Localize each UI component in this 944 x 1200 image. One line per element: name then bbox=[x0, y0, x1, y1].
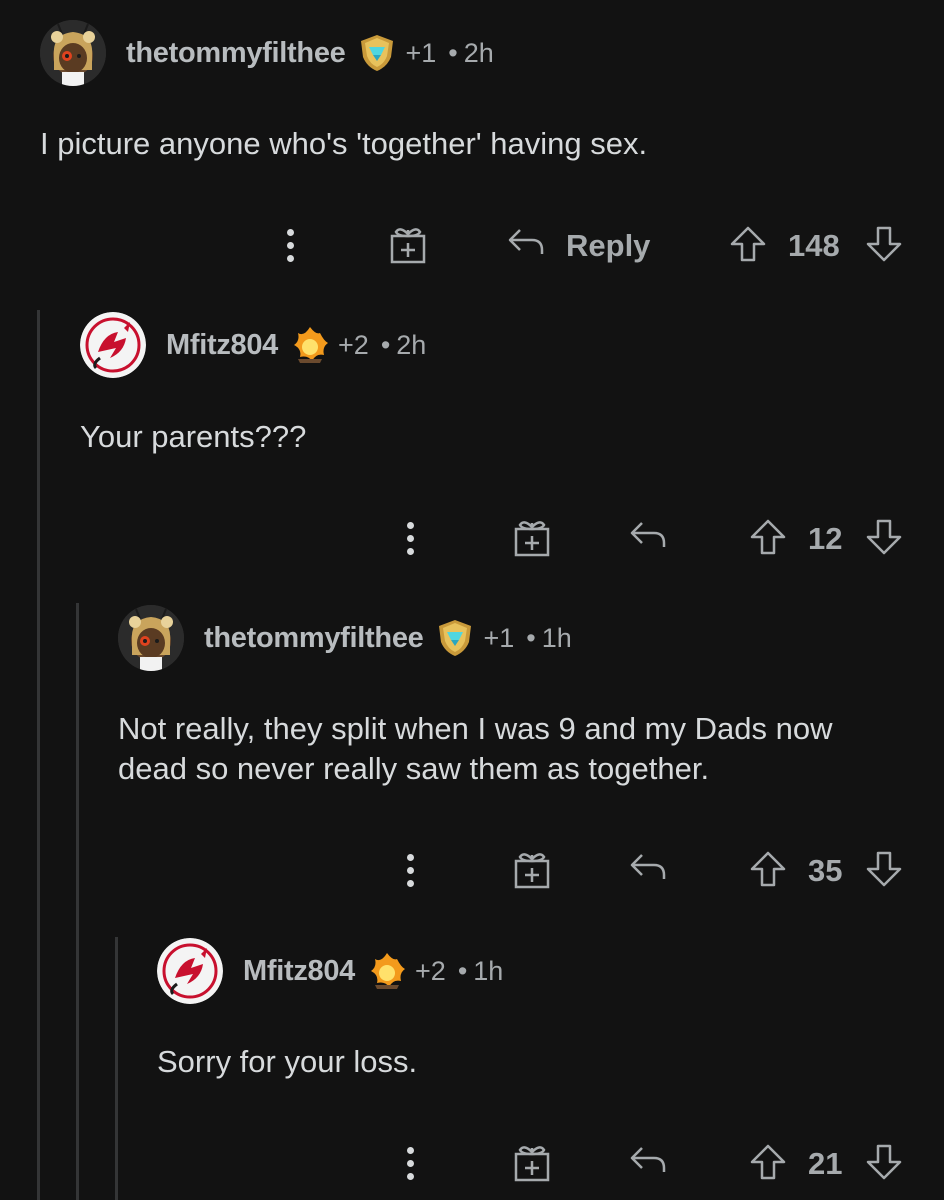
gift-award-icon[interactable] bbox=[388, 224, 428, 264]
downvote-icon[interactable] bbox=[864, 1142, 904, 1182]
separator-dot: • bbox=[526, 622, 536, 653]
username[interactable]: Mfitz804 bbox=[243, 955, 355, 988]
gift-award-icon[interactable] bbox=[512, 849, 552, 889]
gift-award-icon[interactable] bbox=[512, 1142, 552, 1182]
more-options-icon[interactable] bbox=[400, 1138, 420, 1188]
username[interactable]: thetommyfilthee bbox=[204, 622, 424, 655]
reply-arrow-icon[interactable] bbox=[628, 515, 668, 555]
reply-button[interactable]: Reply bbox=[566, 228, 650, 264]
reply-arrow-icon[interactable] bbox=[506, 222, 546, 262]
comment-actions: 21 bbox=[0, 1138, 944, 1188]
bee-avatar-icon[interactable] bbox=[40, 20, 106, 86]
username[interactable]: Mfitz804 bbox=[166, 329, 278, 362]
reply-arrow-icon[interactable] bbox=[628, 1140, 668, 1180]
timestamp: 1h bbox=[473, 955, 504, 986]
separator-dot: • bbox=[448, 37, 458, 68]
karma-badge: +1 bbox=[483, 622, 515, 653]
gem-shield-award-icon[interactable] bbox=[357, 33, 397, 73]
comment-body: Your parents??? bbox=[80, 419, 307, 454]
comment-body: Sorry for your loss. bbox=[157, 1044, 418, 1079]
karma-badge: +1 bbox=[405, 37, 437, 68]
separator-dot: • bbox=[380, 329, 391, 360]
more-options-icon[interactable] bbox=[280, 220, 300, 270]
comment-actions: 12 bbox=[0, 513, 944, 563]
upvote-icon[interactable] bbox=[728, 224, 768, 264]
vote-count: 12 bbox=[808, 521, 843, 556]
flame-award-icon[interactable] bbox=[290, 325, 330, 365]
bee-avatar-icon[interactable] bbox=[118, 605, 184, 671]
comment-header: Mfitz804 +2 • 2h bbox=[80, 312, 426, 378]
comment-body-line-2: dead so never really saw them as togethe… bbox=[118, 751, 710, 786]
downvote-icon[interactable] bbox=[864, 224, 904, 264]
comment-actions: 35 bbox=[0, 845, 944, 895]
downvote-icon[interactable] bbox=[864, 849, 904, 889]
gift-award-icon[interactable] bbox=[512, 517, 552, 557]
gem-shield-award-icon[interactable] bbox=[435, 618, 475, 658]
reply-arrow-icon[interactable] bbox=[628, 847, 668, 887]
vote-count: 21 bbox=[808, 1146, 843, 1181]
devils-logo-avatar-icon[interactable] bbox=[80, 312, 146, 378]
thread-line-level-1[interactable] bbox=[37, 310, 40, 1200]
more-options-icon[interactable] bbox=[400, 845, 420, 895]
thread-line-level-2[interactable] bbox=[76, 603, 79, 1200]
vote-count: 35 bbox=[808, 853, 843, 888]
devils-logo-avatar-icon[interactable] bbox=[157, 938, 223, 1004]
comment-header: thetommyfilthee +1 • 2h bbox=[40, 20, 494, 86]
separator-dot: • bbox=[457, 955, 468, 986]
downvote-icon[interactable] bbox=[864, 517, 904, 557]
timestamp: 2h bbox=[463, 37, 494, 68]
timestamp: 1h bbox=[541, 622, 572, 653]
vote-count: 148 bbox=[788, 228, 840, 263]
comment-header: Mfitz804 +2 • 1h bbox=[157, 938, 503, 1004]
upvote-icon[interactable] bbox=[748, 517, 788, 557]
flame-award-icon[interactable] bbox=[367, 951, 407, 991]
upvote-icon[interactable] bbox=[748, 849, 788, 889]
comment-body-line-1: Not really, they split when I was 9 and … bbox=[118, 711, 833, 746]
comment-body: I picture anyone who's 'together' having… bbox=[40, 126, 648, 161]
karma-badge: +2 bbox=[338, 329, 369, 360]
timestamp: 2h bbox=[396, 329, 427, 360]
karma-badge: +2 bbox=[415, 955, 446, 986]
comment-header: thetommyfilthee +1 • 1h bbox=[118, 605, 572, 671]
more-options-icon[interactable] bbox=[400, 513, 420, 563]
comment-actions: Reply 148 bbox=[0, 220, 944, 270]
upvote-icon[interactable] bbox=[748, 1142, 788, 1182]
username[interactable]: thetommyfilthee bbox=[126, 37, 346, 70]
